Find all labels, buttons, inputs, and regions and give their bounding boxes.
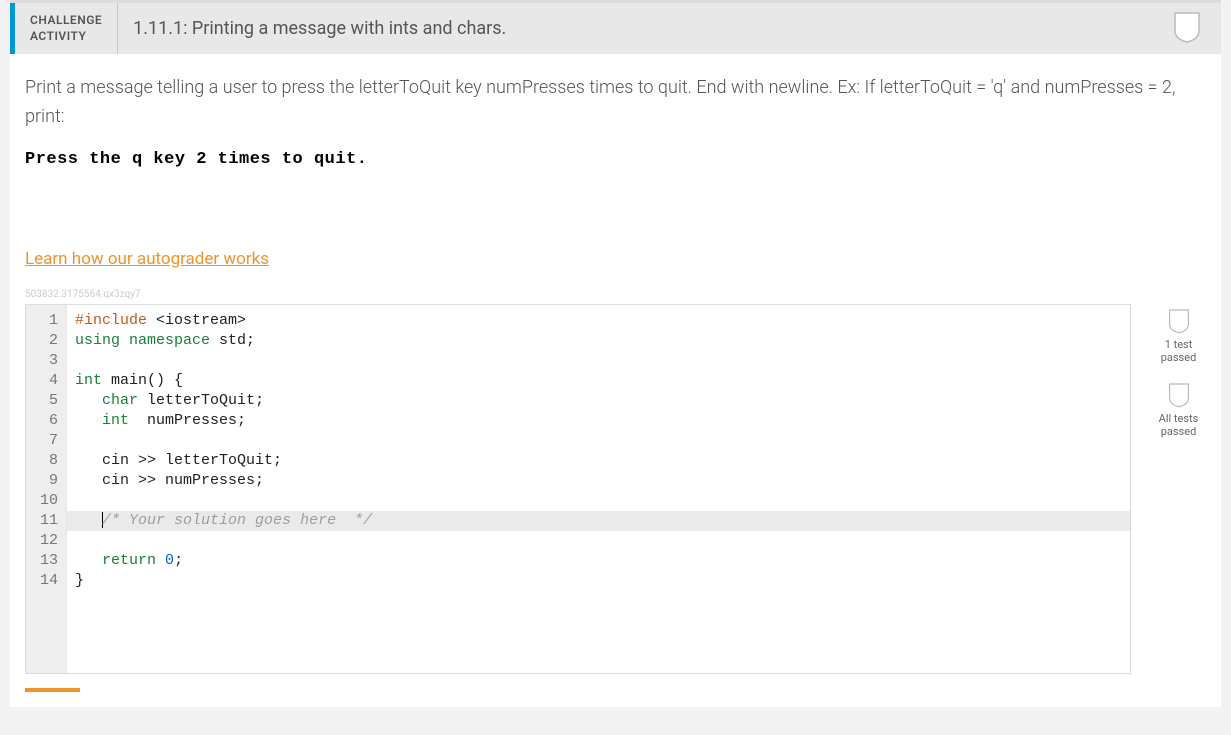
- autograder-link[interactable]: Learn how our autograder works: [25, 249, 269, 269]
- code-line[interactable]: return 0;: [75, 551, 1122, 571]
- progress-shield-icon[interactable]: [1173, 11, 1201, 47]
- code-line[interactable]: [75, 531, 1122, 551]
- line-number: 1: [40, 311, 58, 331]
- line-number: 14: [40, 571, 58, 591]
- line-number: 11: [40, 511, 58, 531]
- line-number: 2: [40, 331, 58, 351]
- line-number: 13: [40, 551, 58, 571]
- line-number: 3: [40, 351, 58, 371]
- line-number: 5: [40, 391, 58, 411]
- code-line[interactable]: [75, 491, 1122, 511]
- run-button[interactable]: [25, 688, 80, 692]
- code-area[interactable]: #include <iostream>using namespace std; …: [67, 305, 1130, 673]
- activity-title: 1.11.1: Printing a message with ints and…: [118, 18, 521, 39]
- code-line[interactable]: int main() {: [75, 371, 1122, 391]
- code-line[interactable]: /* Your solution goes here */: [67, 511, 1130, 531]
- line-number: 8: [40, 451, 58, 471]
- line-number: 6: [40, 411, 58, 431]
- test-badge-1-label: 1 test passed: [1151, 338, 1206, 364]
- badge-line1: CHALLENGE: [30, 13, 102, 29]
- test-badge-2-label: All tests passed: [1151, 412, 1206, 438]
- code-line[interactable]: cin >> numPresses;: [75, 471, 1122, 491]
- line-number: 10: [40, 491, 58, 511]
- code-line[interactable]: char letterToQuit;: [75, 391, 1122, 411]
- editor-row: 1234567891011121314 #include <iostream>u…: [25, 304, 1206, 674]
- code-line[interactable]: int numPresses;: [75, 411, 1122, 431]
- activity-content: Print a message telling a user to press …: [10, 54, 1221, 707]
- line-number-gutter: 1234567891011121314: [26, 305, 67, 673]
- watermark: 503832.3175564.qx3zqy7: [25, 289, 1206, 300]
- code-line[interactable]: [75, 431, 1122, 451]
- sample-output: Press the q key 2 times to quit.: [25, 150, 1206, 169]
- prompt-text: Print a message telling a user to press …: [25, 74, 1206, 132]
- challenge-badge: CHALLENGE ACTIVITY: [15, 3, 118, 54]
- badge-line2: ACTIVITY: [30, 29, 102, 45]
- test-badge-1[interactable]: 1 test passed: [1151, 308, 1206, 364]
- code-line[interactable]: #include <iostream>: [75, 311, 1122, 331]
- activity-panel: CHALLENGE ACTIVITY 1.11.1: Printing a me…: [10, 0, 1221, 707]
- code-line[interactable]: [75, 351, 1122, 371]
- line-number: 4: [40, 371, 58, 391]
- activity-header: CHALLENGE ACTIVITY 1.11.1: Printing a me…: [10, 3, 1221, 54]
- code-line[interactable]: cin >> letterToQuit;: [75, 451, 1122, 471]
- line-number: 12: [40, 531, 58, 551]
- code-line[interactable]: }: [75, 571, 1122, 591]
- test-status-sidebar: 1 test passed All tests passed: [1151, 304, 1206, 674]
- line-number: 7: [40, 431, 58, 451]
- line-number: 9: [40, 471, 58, 491]
- code-editor[interactable]: 1234567891011121314 #include <iostream>u…: [25, 304, 1131, 674]
- code-line[interactable]: using namespace std;: [75, 331, 1122, 351]
- test-badge-2[interactable]: All tests passed: [1151, 382, 1206, 438]
